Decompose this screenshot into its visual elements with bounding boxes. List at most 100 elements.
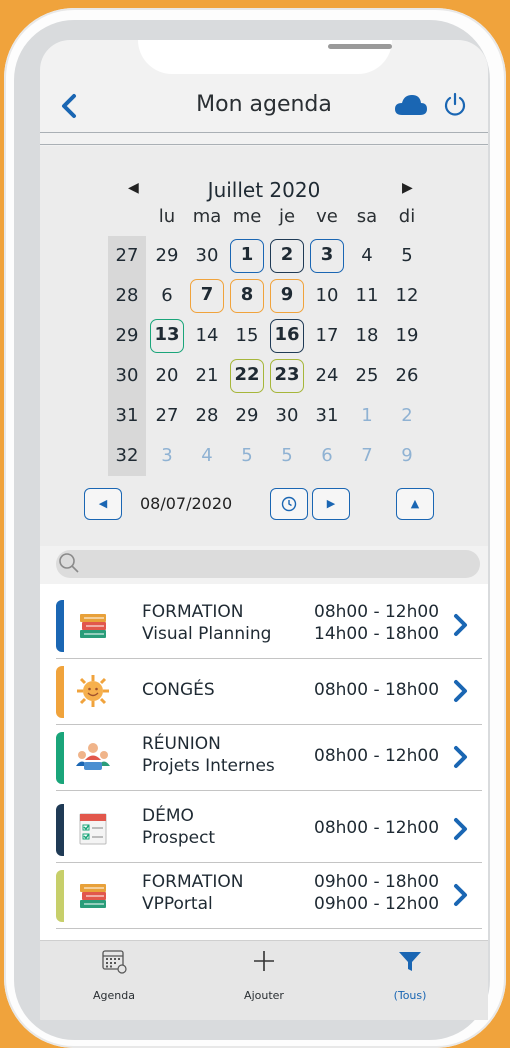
calendar-day[interactable]: 22 xyxy=(230,359,264,393)
next-month-icon[interactable]: ▶ xyxy=(402,180,413,196)
calendar-day[interactable]: 12 xyxy=(390,279,424,313)
calendar-day[interactable]: 20 xyxy=(150,359,184,393)
header-divider xyxy=(40,132,488,133)
calendar-day[interactable]: 3 xyxy=(150,439,184,473)
calendar-day[interactable]: 23 xyxy=(270,359,304,393)
calendar-day[interactable]: 14 xyxy=(190,319,224,353)
checklist-icon xyxy=(76,812,110,846)
calendar-day[interactable]: 11 xyxy=(350,279,384,313)
calendar-day[interactable]: 6 xyxy=(150,279,184,313)
tab-bar: Agenda Ajouter (Tous) xyxy=(40,940,488,1020)
chevron-right-icon[interactable] xyxy=(452,678,470,709)
app-header: Mon agenda xyxy=(40,82,488,132)
calendar-day[interactable]: 10 xyxy=(310,279,344,313)
event-color-bar xyxy=(56,732,64,784)
event-item[interactable]: DÉMO Prospect 08h00 - 12h00 xyxy=(56,798,482,860)
calendar-day[interactable]: 16 xyxy=(270,319,304,353)
tab-add[interactable]: Ajouter xyxy=(214,947,314,1002)
list-divider xyxy=(56,658,482,659)
tab-agenda-label: Agenda xyxy=(93,989,135,1002)
calendar-day[interactable]: 7 xyxy=(350,439,384,473)
calendar-day[interactable]: 7 xyxy=(190,279,224,313)
sun-icon xyxy=(76,674,110,708)
event-color-bar xyxy=(56,600,64,652)
chevron-right-icon[interactable] xyxy=(452,816,470,847)
event-item[interactable]: CONGÉS 08h00 - 18h00 xyxy=(56,660,482,722)
tab-agenda[interactable]: Agenda xyxy=(64,947,164,1002)
weekday-label: je xyxy=(278,206,296,227)
calendar-day[interactable]: 29 xyxy=(150,239,184,273)
calendar-day[interactable]: 4 xyxy=(190,439,224,473)
event-color-bar xyxy=(56,804,64,856)
weekday-label: ve xyxy=(316,206,338,227)
cloud-sync-icon[interactable] xyxy=(394,94,427,116)
search-input[interactable] xyxy=(56,550,480,578)
calendar-day[interactable]: 24 xyxy=(310,359,344,393)
event-subtitle: Prospect xyxy=(142,828,216,848)
calendar-day[interactable]: 6 xyxy=(310,439,344,473)
chevron-right-icon[interactable] xyxy=(452,882,470,913)
calendar-day[interactable]: 3 xyxy=(310,239,344,273)
event-time: 09h00 - 18h00 xyxy=(314,872,440,892)
books-icon xyxy=(76,608,110,642)
calendar-day[interactable]: 15 xyxy=(230,319,264,353)
collapse-calendar-button[interactable]: ▲ xyxy=(396,488,434,520)
event-subtitle: VPPortal xyxy=(142,894,213,914)
chevron-right-icon[interactable] xyxy=(452,612,470,643)
tab-filter-label: (Tous) xyxy=(393,989,427,1002)
calendar-day[interactable]: 31 xyxy=(310,399,344,433)
event-item[interactable]: FORMATION Visual Planning 08h00 - 12h00 14h… xyxy=(56,594,482,656)
weekday-label: lu xyxy=(158,206,176,227)
calendar-day[interactable]: 2 xyxy=(390,399,424,433)
calendar-day[interactable]: 5 xyxy=(270,439,304,473)
plus-icon xyxy=(254,951,274,971)
calendar-day[interactable]: 1 xyxy=(350,399,384,433)
event-time-2: 14h00 - 18h00 xyxy=(314,624,440,644)
next-day-button[interactable]: ▶ xyxy=(312,488,350,520)
weekday-label: me xyxy=(232,206,262,227)
calendar-day[interactable]: 5 xyxy=(230,439,264,473)
calendar-day[interactable]: 26 xyxy=(390,359,424,393)
chevron-right-icon[interactable] xyxy=(452,744,470,775)
calendar-day[interactable]: 17 xyxy=(310,319,344,353)
calendar-day[interactable]: 2 xyxy=(270,239,304,273)
calendar-day[interactable]: 9 xyxy=(270,279,304,313)
header-divider-2 xyxy=(40,144,488,145)
event-title: FORMATION xyxy=(142,602,244,622)
calendar-day[interactable]: 8 xyxy=(230,279,264,313)
week-number: 29 xyxy=(115,325,139,346)
tab-add-label: Ajouter xyxy=(244,989,284,1002)
calendar-day[interactable]: 29 xyxy=(230,399,264,433)
previous-day-button[interactable]: ◀ xyxy=(84,488,122,520)
calendar-day[interactable]: 28 xyxy=(190,399,224,433)
event-item[interactable]: FORMATION VPPortal 09h00 - 18h00 09h00 - 12… xyxy=(56,864,482,926)
calendar-day[interactable]: 30 xyxy=(190,239,224,273)
calendar-day[interactable]: 25 xyxy=(350,359,384,393)
event-list: FORMATION Visual Planning 08h00 - 12h00 14h… xyxy=(40,584,488,964)
power-icon[interactable] xyxy=(442,92,468,118)
calendar-day[interactable]: 19 xyxy=(390,319,424,353)
books-icon xyxy=(76,878,110,912)
phone-notch xyxy=(138,40,392,74)
calendar-day[interactable]: 1 xyxy=(230,239,264,273)
clock-button[interactable] xyxy=(270,488,308,520)
calendar-day[interactable]: 21 xyxy=(190,359,224,393)
calendar-day[interactable]: 5 xyxy=(390,239,424,273)
calendar-day[interactable]: 18 xyxy=(350,319,384,353)
calendar-day[interactable]: 30 xyxy=(270,399,304,433)
event-title: DÉMO xyxy=(142,806,194,826)
calendar-day[interactable]: 4 xyxy=(350,239,384,273)
app-screen: Mon agenda ◀ Juillet 2020 ▶ lu ma me je ve sa… xyxy=(40,40,488,1020)
selected-date: 08/07/2020 xyxy=(140,494,233,513)
event-item[interactable]: RÉUNION Projets Internes 08h00 - 12h00 xyxy=(56,726,482,788)
week-number: 32 xyxy=(115,445,139,466)
week-number: 28 xyxy=(115,285,139,306)
event-subtitle: Projets Internes xyxy=(142,756,275,776)
month-label: Juillet 2020 xyxy=(207,178,321,202)
event-time: 08h00 - 18h00 xyxy=(314,680,440,700)
event-time: 08h00 - 12h00 xyxy=(314,746,440,766)
calendar-day[interactable]: 27 xyxy=(150,399,184,433)
tab-filter[interactable]: (Tous) xyxy=(360,947,460,1002)
calendar-day[interactable]: 9 xyxy=(390,439,424,473)
calendar-day[interactable]: 13 xyxy=(150,319,184,353)
